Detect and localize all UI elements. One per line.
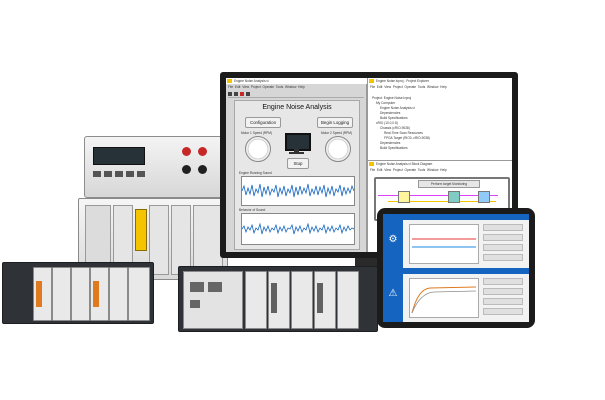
run-continuous-icon[interactable] <box>234 92 238 96</box>
efficiency-indicators <box>483 278 523 316</box>
motor2-label: Motor 2 Speed (RPM) <box>321 131 353 135</box>
chart2-plot <box>241 213 355 245</box>
project-icon <box>369 79 374 83</box>
benchtop-multimeter <box>84 136 226 198</box>
project-menu-window[interactable]: Window <box>427 85 438 89</box>
block-diagram-icon <box>369 162 374 166</box>
block-menu-project[interactable]: Project <box>393 168 403 172</box>
tablet-screen: ⚙ Load Regulation ⚠ Efficiency <box>383 214 529 322</box>
menu-edit[interactable]: Edit <box>235 85 241 89</box>
block-menu-tools[interactable]: Tools <box>418 168 425 172</box>
chart1-waveform <box>241 183 355 198</box>
load-regulation-header: Load Regulation <box>403 214 529 228</box>
node-subvi <box>448 191 460 203</box>
block-menu-view[interactable]: View <box>384 168 391 172</box>
chart1-title: Engine Running Sound <box>239 171 272 175</box>
block-menu-bar: File Edit View Project Operate Tools Win… <box>370 168 510 173</box>
block-menu-edit[interactable]: Edit <box>377 168 383 172</box>
load-regulation-indicators <box>483 224 523 262</box>
dmm-jacks <box>180 145 216 189</box>
menu-help[interactable]: Help <box>298 85 305 89</box>
warning-icon: ⚠ <box>388 288 398 299</box>
window-title: Engine Noise Analysis.vi <box>234 79 269 83</box>
block-title: Engine Noise Analysis.vi Block Diagram <box>376 162 433 166</box>
block-menu-file[interactable]: File <box>370 168 375 172</box>
menu-window[interactable]: Window <box>285 85 296 89</box>
labview-icon <box>227 79 232 83</box>
project-menu-operate[interactable]: Operate <box>405 85 417 89</box>
chart2-title: Behavior of Sound <box>239 208 266 212</box>
dmm-button-row <box>93 171 153 185</box>
menu-project[interactable]: Project <box>251 85 261 89</box>
project-tree: Project: Engine Noise.lvproj My Computer… <box>372 96 510 158</box>
gear-icon: ⚙ <box>388 234 398 245</box>
controller-module <box>183 271 243 329</box>
menu-bar: File Edit View Project Operate Tools Win… <box>228 85 364 90</box>
block-menu-window[interactable]: Window <box>427 168 438 172</box>
menu-tools[interactable]: Tools <box>276 85 283 89</box>
project-menu-tools[interactable]: Tools <box>418 85 425 89</box>
vi-panel: Engine Noise Analysis Configuration Begi… <box>234 100 360 250</box>
toolbar <box>228 91 364 98</box>
efficiency-curve <box>411 286 477 314</box>
node-subvi <box>398 191 410 203</box>
compactdaq-chassis-left <box>2 262 154 324</box>
tablet: ⚙ Load Regulation ⚠ Efficiency <box>377 208 535 328</box>
pause-icon[interactable] <box>246 92 250 96</box>
node-subvi <box>478 191 490 203</box>
project-explorer-window[interactable]: Engine Noise.lvproj - Project Explorer F… <box>367 78 512 160</box>
project-menu-view[interactable]: View <box>384 85 391 89</box>
run-icon[interactable] <box>228 92 232 96</box>
window-titlebar: Engine Noise Analysis.vi <box>226 78 374 84</box>
project-menu-help[interactable]: Help <box>440 85 447 89</box>
configuration-button[interactable]: Configuration <box>245 117 281 128</box>
project-title: Engine Noise.lvproj - Project Explorer <box>376 79 429 83</box>
menu-view[interactable]: View <box>242 85 249 89</box>
dmm-display <box>93 147 145 165</box>
load-regulation-plot <box>409 224 479 264</box>
efficiency-plot <box>409 278 479 318</box>
project-menu-edit[interactable]: Edit <box>377 85 383 89</box>
tree-item[interactable]: Build Specifications <box>372 146 510 151</box>
compactrio-chassis <box>178 266 378 332</box>
motor2-gauge <box>325 136 351 162</box>
load-regulation-curve <box>412 238 476 248</box>
abort-icon[interactable] <box>240 92 244 96</box>
project-menu-file[interactable]: File <box>370 85 375 89</box>
efficiency-header: Efficiency <box>403 268 529 282</box>
project-menu-project[interactable]: Project <box>393 85 403 89</box>
block-menu-help[interactable]: Help <box>440 168 447 172</box>
menu-file[interactable]: File <box>228 85 233 89</box>
stop-button[interactable]: Stop <box>287 158 309 169</box>
project-menu-bar: File Edit View Project Operate Tools Win… <box>370 85 510 90</box>
chart2-waveform <box>241 222 355 235</box>
project-titlebar: Engine Noise.lvproj - Project Explorer <box>368 78 512 84</box>
front-panel-window[interactable]: Engine Noise Analysis.vi File Edit View … <box>226 78 374 252</box>
begin-logging-button[interactable]: Begin Logging <box>317 117 353 128</box>
vi-title: Engine Noise Analysis <box>262 104 332 111</box>
structure-label: Perform target Monitoring <box>418 180 480 188</box>
chart1-plot <box>241 176 355 206</box>
menu-operate[interactable]: Operate <box>263 85 275 89</box>
motor1-label: Motor 1 Speed (RPM) <box>241 131 273 135</box>
block-menu-operate[interactable]: Operate <box>405 168 417 172</box>
block-titlebar: Engine Noise Analysis.vi Block Diagram <box>368 161 512 167</box>
motor1-gauge <box>245 136 271 162</box>
